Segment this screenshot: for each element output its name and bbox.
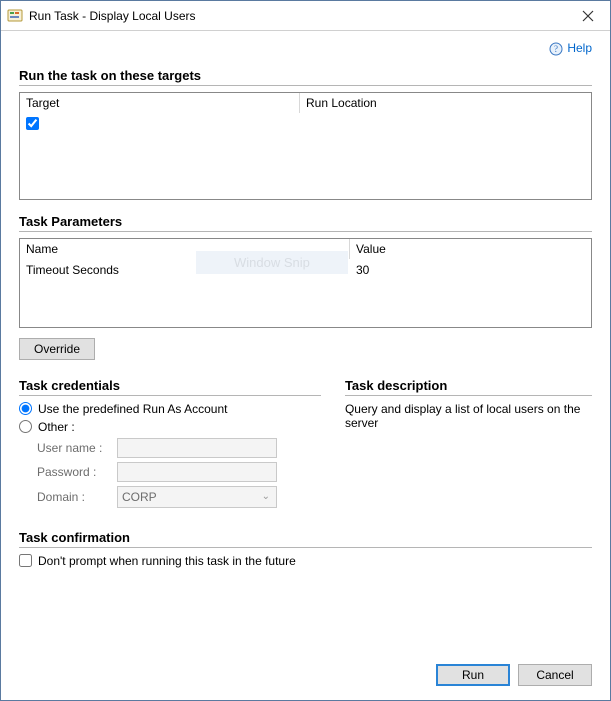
cancel-button[interactable]: Cancel <box>518 664 592 686</box>
targets-heading: Run the task on these targets <box>19 68 592 83</box>
titlebar: Run Task - Display Local Users <box>1 1 610 31</box>
chevron-down-icon: ⌄ <box>262 491 270 502</box>
help-icon: ? <box>549 42 563 56</box>
table-row[interactable]: Timeout Seconds 30 <box>20 260 591 280</box>
divider <box>345 395 592 396</box>
description-heading: Task description <box>345 378 592 393</box>
run-button[interactable]: Run <box>436 664 510 686</box>
col-target[interactable]: Target <box>20 93 300 113</box>
help-link[interactable]: Help <box>567 41 592 55</box>
col-name[interactable]: Name <box>20 239 350 259</box>
password-label: Password : <box>37 465 117 479</box>
radio-other[interactable] <box>19 420 32 433</box>
target-checkbox[interactable] <box>26 117 39 130</box>
param-name: Timeout Seconds <box>20 260 350 280</box>
radio-other-label: Other : <box>38 420 75 434</box>
override-button[interactable]: Override <box>19 338 95 360</box>
table-row[interactable] <box>20 114 591 136</box>
col-value[interactable]: Value <box>350 239 591 259</box>
dont-prompt-label: Don't prompt when running this task in t… <box>38 554 296 568</box>
radio-predefined-label: Use the predefined Run As Account <box>38 402 227 416</box>
domain-label: Domain : <box>37 490 117 504</box>
domain-combobox[interactable]: CORP ⌄ <box>117 486 277 508</box>
description-text: Query and display a list of local users … <box>345 402 592 430</box>
target-location <box>300 114 591 136</box>
credentials-heading: Task credentials <box>19 378 321 393</box>
param-value: 30 <box>350 260 591 280</box>
targets-list[interactable]: Target Run Location <box>19 92 592 200</box>
confirmation-heading: Task confirmation <box>19 530 592 545</box>
divider <box>19 547 592 548</box>
params-heading: Task Parameters <box>19 214 592 229</box>
params-list[interactable]: Name Value Timeout Seconds 30 <box>19 238 592 328</box>
divider <box>19 231 592 232</box>
password-field[interactable] <box>117 462 277 482</box>
divider <box>19 85 592 86</box>
close-button[interactable] <box>565 1 610 31</box>
dont-prompt-checkbox[interactable] <box>19 554 32 567</box>
domain-value: CORP <box>122 490 157 504</box>
username-field[interactable] <box>117 438 277 458</box>
username-label: User name : <box>37 441 117 455</box>
app-icon <box>7 8 23 24</box>
window-title: Run Task - Display Local Users <box>29 9 565 23</box>
help-row: ? Help <box>19 37 592 64</box>
col-run-location[interactable]: Run Location <box>300 93 591 113</box>
radio-predefined[interactable] <box>19 402 32 415</box>
svg-text:?: ? <box>554 44 558 54</box>
divider <box>19 395 321 396</box>
